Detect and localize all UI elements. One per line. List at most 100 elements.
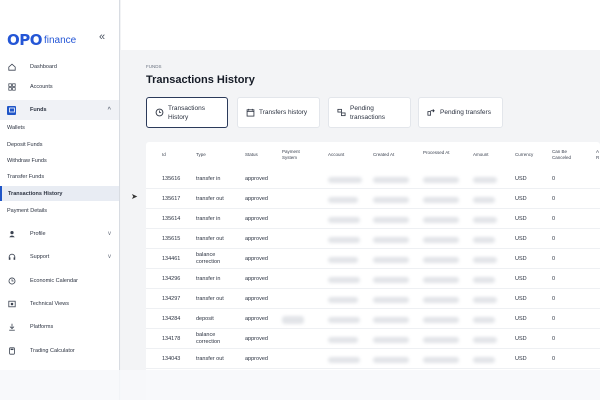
sidebar-subitem-transactions-history[interactable]: Transactions History (0, 186, 120, 201)
header-text: Type (196, 152, 206, 157)
table-row[interactable]: 134284 deposit approved USD 0 (146, 309, 600, 329)
wallet-icon (7, 105, 16, 115)
header-text: Processed At (423, 150, 450, 155)
table-row[interactable]: 134297 transfer out approved USD 0 (146, 289, 600, 309)
column-header-created-at[interactable]: Created At (373, 152, 394, 158)
cell-status: approved (245, 276, 268, 282)
column-header-payment-system[interactable]: Payment System (282, 149, 300, 161)
header-text: System (282, 155, 298, 160)
cell-type: transfer out (196, 296, 224, 303)
cell-currency: USD (515, 216, 527, 222)
cell-currency: USD (515, 256, 527, 262)
sidebar-item-dashboard[interactable]: Dashboard (0, 57, 120, 77)
table-row[interactable]: 135615 transfer out approved USD 0 (146, 229, 600, 249)
column-header-processed-at[interactable]: Processed At (423, 150, 450, 156)
column-header-amount[interactable]: Amount (473, 152, 489, 158)
collapse-sidebar-icon[interactable]: « (99, 31, 105, 43)
sidebar-scrollbar[interactable] (119, 0, 120, 400)
cell-type: transfer out (196, 196, 224, 203)
sidebar-item-technical-views[interactable]: Technical Views (0, 294, 120, 314)
table-row[interactable]: 134461 balance correction approved USD 0 (146, 249, 600, 269)
table-row[interactable]: 134178 balance correction approved USD 0 (146, 329, 600, 349)
cell-can-be-canceled: 0 (552, 236, 556, 242)
calendar-icon (245, 108, 255, 118)
header-text: Currency (515, 152, 534, 157)
cell-can-be-canceled: 0 (552, 336, 556, 342)
redacted-account (328, 337, 358, 343)
redacted-processed-at (423, 277, 459, 283)
sidebar-item-label: Platforms (30, 324, 54, 330)
sidebar-item-economic-calendar[interactable]: Economic Calendar (0, 271, 120, 291)
cell-id: 134284 (162, 316, 181, 322)
sidebar-subitem-deposit-funds[interactable]: Deposit Funds (0, 137, 120, 152)
table-row[interactable]: 135617 transfer out approved USD 0 (146, 189, 600, 209)
sidebar-subitem-payment-details[interactable]: Payment Details (0, 203, 120, 218)
tab-label: Pending (350, 104, 374, 112)
table-row[interactable]: 134043 transfer out approved USD 0 (146, 349, 600, 369)
type-text: transfer in (196, 276, 221, 282)
table-row[interactable]: 134296 transfer in approved USD 0 (146, 269, 600, 289)
type-text: correction (196, 338, 221, 345)
column-header-truncated[interactable]: AR (596, 149, 599, 161)
clock-icon (7, 277, 16, 286)
bottom-fade-overlay (0, 370, 600, 400)
sidebar-item-label: Technical Views (30, 301, 70, 307)
type-text: transfer in (196, 216, 221, 222)
redacted-amount (473, 297, 497, 303)
cell-status: approved (245, 176, 268, 182)
header-text: Id (162, 152, 166, 157)
sidebar-subitem-transfer-funds[interactable]: Transfer Funds (0, 169, 120, 184)
redacted-created-at (373, 277, 409, 283)
header-text: Created At (373, 152, 395, 157)
table-row[interactable]: 135614 transfer in approved USD 0 (146, 209, 600, 229)
cell-can-be-canceled: 0 (552, 256, 556, 262)
tab-pending-transfers[interactable]: Pending transfers (418, 97, 503, 128)
redacted-amount (473, 257, 497, 263)
tab-pending-transactions[interactable]: Pending transactions (328, 97, 411, 128)
type-text: transfer in (196, 176, 221, 182)
redacted-processed-at (423, 237, 459, 243)
cell-id: 135617 (162, 196, 181, 202)
sidebar-item-profile[interactable]: Profile v (0, 224, 120, 244)
redacted-created-at (373, 297, 409, 303)
header-text: R (596, 155, 600, 160)
cell-id: 135614 (162, 216, 181, 222)
home-icon (7, 63, 16, 72)
cell-id: 134296 (162, 276, 181, 282)
redacted-account (328, 357, 360, 363)
redacted-amount (473, 197, 495, 203)
redacted-account (328, 297, 358, 303)
cell-id: 134461 (162, 256, 181, 262)
column-header-account[interactable]: Account (328, 152, 344, 158)
cell-status: approved (245, 316, 268, 322)
column-header-can-be-canceled[interactable]: Can Be Canceled (552, 149, 571, 161)
column-header-type[interactable]: Type (196, 152, 206, 158)
tab-transfers-history[interactable]: Transfers history (237, 97, 320, 128)
column-header-status[interactable]: Status (245, 152, 258, 158)
sidebar-item-support[interactable]: Support v (0, 247, 120, 267)
table-row[interactable]: 135616 transfer in approved USD 0 (146, 169, 600, 189)
sidebar-item-accounts[interactable]: Accounts (0, 77, 120, 97)
tab-transactions-history[interactable]: Transactions History (146, 97, 228, 128)
cell-type: transfer out (196, 236, 224, 243)
brand-logo[interactable]: OPO finance (7, 31, 76, 49)
download-icon (7, 323, 16, 332)
sidebar-subitem-withdraw-funds[interactable]: Withdraw Funds (0, 153, 120, 168)
column-header-id[interactable]: Id (162, 152, 166, 158)
redacted-amount (473, 177, 497, 183)
redacted-account (328, 197, 358, 203)
redacted-account (328, 177, 362, 183)
header-text: Payment (282, 149, 300, 154)
column-header-currency[interactable]: Currency (515, 152, 533, 158)
sidebar-item-trading-calculator[interactable]: Trading Calculator (0, 341, 120, 361)
cell-currency: USD (515, 316, 527, 322)
type-text: balance (196, 332, 216, 338)
breadcrumb: FUNDS (146, 64, 162, 69)
page-title: Transactions History (146, 74, 255, 86)
sidebar-item-platforms[interactable]: Platforms (0, 317, 120, 337)
type-text: transfer out (196, 356, 224, 362)
type-text: correction (196, 258, 221, 265)
sidebar-subitem-wallets[interactable]: Wallets (0, 120, 120, 135)
redacted-created-at (373, 257, 409, 263)
sidebar-item-funds[interactable]: Funds ^ (0, 100, 120, 120)
